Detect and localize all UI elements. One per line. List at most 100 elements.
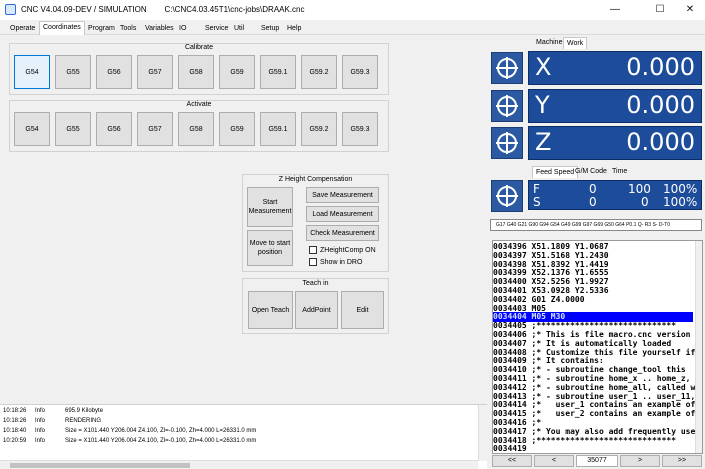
feed-override: 100 (628, 182, 651, 196)
zero-x-button[interactable] (491, 52, 523, 84)
tab-operate[interactable]: Operate (6, 22, 39, 35)
log-scroll-thumb[interactable] (10, 463, 190, 468)
last-page-button[interactable]: >> (662, 455, 702, 467)
calibrate-g59-3-button[interactable]: G59.3 (342, 55, 378, 89)
next-page-button[interactable]: > (620, 455, 660, 467)
activate-title: Activate (186, 101, 212, 108)
calibrate-g56-button[interactable]: G56 (96, 55, 132, 89)
log-message: Size = X101.440 Y206.004 Z4.100, Zl=-0.1… (65, 428, 257, 434)
log-level: Info (35, 438, 46, 444)
log-row: 10:18:26 Info RENDERING (3, 418, 101, 427)
log-level: Info (35, 408, 46, 414)
log-message: Size = X101.440 Y206.004 Z4.100, Zl=-0.1… (65, 438, 257, 444)
tab-time[interactable]: Time (609, 166, 630, 178)
program-nav: << < 35077 > >> (492, 455, 703, 467)
zheight-title: Z Height Compensation (278, 176, 353, 183)
activate-g56-button[interactable]: G56 (96, 112, 132, 146)
zero-all-button[interactable] (491, 180, 523, 212)
add-point-button[interactable]: AddPoint (295, 291, 338, 329)
program-listing[interactable]: 0034396 X51.1809 Y1.0687 0034397 X51.5168… (492, 240, 703, 454)
activate-g58-button[interactable]: G58 (178, 112, 214, 146)
tab-setup[interactable]: Setup (257, 22, 283, 35)
calibrate-title: Calibrate (184, 44, 213, 51)
zheightcomp-label: ZHeightComp ON (320, 246, 376, 254)
log-row: 10:18:26 Info 695.9 Kilobyte (3, 408, 103, 417)
activate-g59-1-button[interactable]: G59.1 (260, 112, 296, 146)
program-scrollbar[interactable] (695, 241, 702, 453)
activate-g59-2-button[interactable]: G59.2 (301, 112, 337, 146)
calibrate-g59-2-button[interactable]: G59.2 (301, 55, 337, 89)
app-icon (5, 4, 16, 15)
feed-label: F (533, 182, 540, 196)
zheightcomp-checkbox-box[interactable] (309, 246, 317, 254)
dro-z-row: Z 0.000 (528, 126, 702, 160)
log-vertical-scrollbar[interactable] (478, 405, 487, 461)
crosshair-icon (496, 95, 518, 117)
axis-y-letter: Y (535, 91, 550, 119)
tab-machine[interactable]: Machine (533, 37, 565, 49)
crosshair-icon (496, 185, 518, 207)
close-button[interactable]: ✕ (675, 2, 705, 18)
prev-page-button[interactable]: < (534, 455, 574, 467)
axis-z-letter: Z (535, 128, 552, 156)
first-page-button[interactable]: << (492, 455, 532, 467)
maximize-button[interactable]: ☐ (645, 2, 675, 18)
calibrate-group: Calibrate G54 G55 G56 G57 G58 G59 G59.1 … (9, 43, 389, 95)
axis-z-value: 0.000 (626, 128, 695, 156)
zheightcomp-checkbox[interactable]: ZHeightComp ON (309, 246, 376, 254)
teachin-title: Teach in (302, 280, 329, 287)
feed-value: 0 (589, 182, 597, 196)
activate-g59-button[interactable]: G59 (219, 112, 255, 146)
zero-y-button[interactable] (491, 90, 523, 122)
activate-g54-button[interactable]: G54 (14, 112, 50, 146)
calibrate-g59-1-button[interactable]: G59.1 (260, 55, 296, 89)
load-measurement-button[interactable]: Load Measurement (306, 206, 379, 222)
calibrate-g57-button[interactable]: G57 (137, 55, 173, 89)
tab-variables[interactable]: Variables (141, 22, 178, 35)
log-level: Info (35, 418, 46, 424)
move-to-start-button[interactable]: Move to start position (247, 230, 293, 266)
tab-help[interactable]: Help (283, 22, 305, 35)
message-log[interactable]: 10:18:26 Info 695.9 Kilobyte 10:18:26 In… (0, 404, 487, 469)
tab-coordinates[interactable]: Coordinates (39, 21, 85, 35)
line-number-field[interactable]: 35077 (576, 455, 618, 467)
edit-button[interactable]: Edit (341, 291, 384, 329)
tab-io[interactable]: IO (175, 22, 190, 35)
show-in-dro-label: Show in DRO (320, 258, 363, 266)
dro-y-row: Y 0.000 (528, 89, 702, 123)
tab-tools[interactable]: Tools (116, 22, 140, 35)
activate-g59-3-button[interactable]: G59.3 (342, 112, 378, 146)
log-time: 10:18:40 (3, 428, 27, 434)
log-horizontal-scrollbar[interactable] (0, 460, 478, 469)
crosshair-icon (496, 57, 518, 79)
calibrate-g55-button[interactable]: G55 (55, 55, 91, 89)
tab-service[interactable]: Service (201, 22, 232, 35)
speed-override: 0 (641, 195, 649, 209)
calibrate-g58-button[interactable]: G58 (178, 55, 214, 89)
calibrate-g59-button[interactable]: G59 (219, 55, 255, 89)
log-time: 10:20:59 (3, 438, 27, 444)
teachin-group: Teach in Open Teach AddPoint Edit (242, 278, 389, 334)
activate-g57-button[interactable]: G57 (137, 112, 173, 146)
program-line[interactable]: 0034419 (493, 444, 693, 453)
save-measurement-button[interactable]: Save Measurement (306, 187, 379, 203)
log-message: RENDERING (65, 418, 102, 424)
minimize-button[interactable]: — (600, 2, 630, 18)
axis-y-value: 0.000 (626, 91, 695, 119)
tab-gm-code[interactable]: G/M Code (572, 166, 610, 178)
activate-g55-button[interactable]: G55 (55, 112, 91, 146)
show-in-dro-checkbox[interactable]: Show in DRO (309, 258, 362, 266)
tab-util[interactable]: Util (230, 22, 248, 35)
zero-z-button[interactable] (491, 127, 523, 159)
open-teach-button[interactable]: Open Teach (248, 291, 293, 329)
feed-percent: 100% (663, 182, 698, 196)
tab-program[interactable]: Program (84, 22, 119, 35)
speed-percent: 100% (663, 195, 698, 209)
calibrate-g54-button[interactable]: G54 (14, 55, 50, 89)
tab-work[interactable]: Work (563, 37, 588, 49)
axis-x-value: 0.000 (626, 53, 695, 81)
check-measurement-button[interactable]: Check Measurement (306, 225, 379, 241)
crosshair-icon (496, 132, 518, 154)
start-measurement-button[interactable]: Start Measurement (247, 187, 293, 227)
show-in-dro-checkbox-box[interactable] (309, 258, 317, 266)
